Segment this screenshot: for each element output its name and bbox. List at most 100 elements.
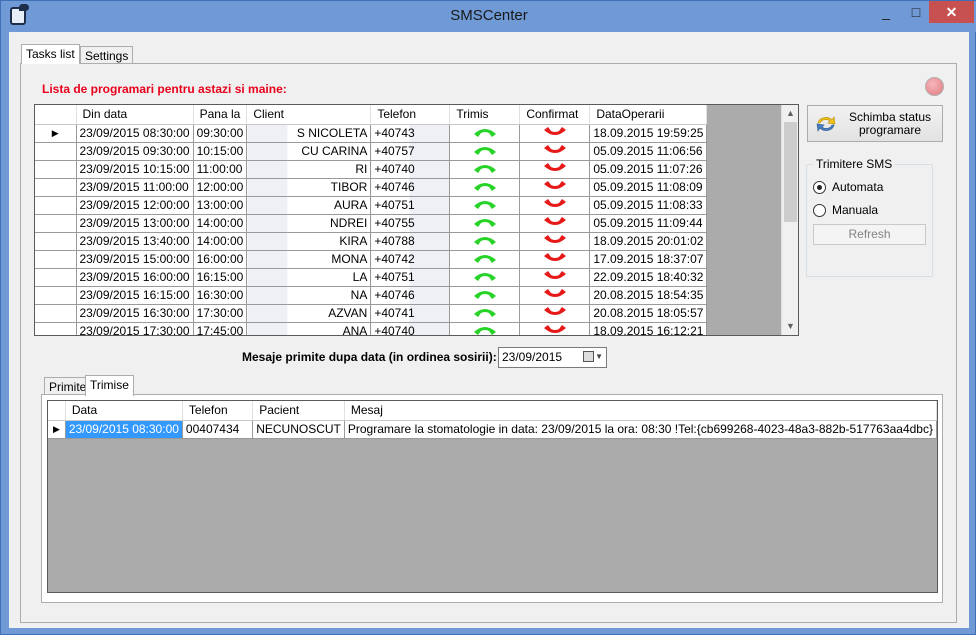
cell-data-operarii[interactable]: 05.09.2015 11:09:44 [589,214,708,233]
row-header[interactable] [35,196,77,215]
calendar-icon[interactable] [583,351,594,362]
cell-trimis[interactable] [449,268,521,287]
cell-pana-la[interactable]: 16:30:00 [193,286,248,305]
messages-grid[interactable]: Data Telefon Pacient Mesaj ▶ 23/09/2015 0… [47,400,938,593]
appointment-row[interactable]: 23/09/2015 17:30:00 17:45:00 ANA +40740 18.0… [35,322,708,335]
cell-data-operarii[interactable]: 20.08.2015 18:54:35 [589,286,708,305]
radio-automata-dot[interactable] [813,180,826,194]
change-status-button[interactable]: Schimba status programare [807,105,943,142]
refresh-button[interactable]: Refresh [813,224,926,245]
cell-client[interactable]: CU CARINA [246,142,372,161]
title-bar[interactable]: SMSCenter _ □ ✕ [1,1,976,32]
row-header[interactable] [35,160,77,179]
cell-trimis[interactable] [449,196,521,215]
cell-pana-la[interactable]: 14:00:00 [193,232,248,251]
cell-pana-la[interactable]: 10:15:00 [193,142,248,161]
cell-msg-mesaj[interactable]: Programare la stomatologie in data: 23/0… [344,420,937,439]
col-pana-la[interactable]: Pana la [193,105,248,125]
cell-confirmat[interactable] [519,178,591,197]
cell-pana-la[interactable]: 13:00:00 [193,196,248,215]
row-header[interactable] [35,250,77,269]
col-msg-telefon[interactable]: Telefon [182,401,254,421]
cell-client[interactable]: TIBOR [246,178,372,197]
cell-din-data[interactable]: 23/09/2015 11:00:00 [76,178,194,197]
cell-telefon[interactable]: +40740 [370,160,451,179]
tab-settings[interactable]: Settings [80,46,134,64]
row-header[interactable]: ▶ [35,124,77,143]
cell-telefon[interactable]: +40751 [370,196,451,215]
appointment-row[interactable]: 23/09/2015 09:30:00 10:15:00 CU CARINA +407… [35,142,708,161]
cell-confirmat[interactable] [519,250,591,269]
col-din-data[interactable]: Din data [76,105,194,125]
cell-din-data[interactable]: 23/09/2015 09:30:00 [76,142,194,161]
cell-confirmat[interactable] [519,124,591,143]
appointment-row[interactable]: ▶ 23/09/2015 08:30:00 09:30:00 S NICOLETA +4… [35,124,708,143]
cell-pana-la[interactable]: 17:45:00 [193,322,248,335]
col-telefon[interactable]: Telefon [370,105,451,125]
close-button[interactable]: ✕ [929,1,974,23]
row-header[interactable] [35,214,77,233]
appointment-row[interactable]: 23/09/2015 16:15:00 16:30:00 NA +40746 20.08… [35,286,708,305]
col-trimis[interactable]: Trimis [449,105,521,125]
cell-trimis[interactable] [449,124,521,143]
radio-manuala[interactable]: Manuala [813,203,878,217]
tab-tasks-list[interactable]: Tasks list [21,44,80,64]
cell-confirmat[interactable] [519,286,591,305]
scroll-up-arrow[interactable]: ▲ [782,105,798,122]
row-header[interactable] [35,322,77,335]
cell-confirmat[interactable] [519,304,591,323]
cell-confirmat[interactable] [519,196,591,215]
cell-telefon[interactable]: +40741 [370,304,451,323]
col-msg-mesaj[interactable]: Mesaj [344,401,937,421]
appointment-row[interactable]: 23/09/2015 13:40:00 14:00:00 KIRA +40788 18.… [35,232,708,251]
cell-trimis[interactable] [449,304,521,323]
cell-data-operarii[interactable]: 05.09.2015 11:08:09 [589,178,708,197]
cell-din-data[interactable]: 23/09/2015 12:00:00 [76,196,194,215]
row-header[interactable] [35,286,77,305]
cell-data-operarii[interactable]: 05.09.2015 11:07:26 [589,160,708,179]
appointment-row[interactable]: 23/09/2015 16:00:00 16:15:00 LA +40751 22.09… [35,268,708,287]
row-header[interactable] [35,142,77,161]
appointments-vscroll[interactable]: ▲ ▼ [781,105,798,335]
cell-pana-la[interactable]: 16:15:00 [193,268,248,287]
cell-confirmat[interactable] [519,322,591,335]
cell-din-data[interactable]: 23/09/2015 10:15:00 [76,160,194,179]
appointment-row[interactable]: 23/09/2015 16:30:00 17:30:00 AZVAN +40741 20… [35,304,708,323]
cell-trimis[interactable] [449,286,521,305]
cell-msg-telefon[interactable]: 00407434 [182,420,254,439]
cell-client[interactable]: NDREI [246,214,372,233]
minimize-button[interactable]: _ [869,1,903,23]
messages-date-picker[interactable]: 23/09/2015 ▼ [498,347,607,368]
cell-data-operarii[interactable]: 18.09.2015 16:12:21 [589,322,708,335]
radio-manuala-dot[interactable] [813,203,826,217]
cell-pana-la[interactable]: 12:00:00 [193,178,248,197]
cell-msg-data[interactable]: 23/09/2015 08:30:00 [65,420,183,439]
appointment-row[interactable]: 23/09/2015 11:00:00 12:00:00 TIBOR +40746 05… [35,178,708,197]
cell-data-operarii[interactable]: 05.09.2015 11:06:56 [589,142,708,161]
row-header[interactable] [35,304,77,323]
appointment-row[interactable]: 23/09/2015 13:00:00 14:00:00 NDREI +40755 05… [35,214,708,233]
row-header[interactable] [35,178,77,197]
appointment-row[interactable]: 23/09/2015 15:00:00 16:00:00 MONA +40742 17.… [35,250,708,269]
cell-pana-la[interactable]: 16:00:00 [193,250,248,269]
cell-confirmat[interactable] [519,268,591,287]
row-header[interactable] [35,268,77,287]
maximize-button[interactable]: □ [903,1,929,23]
cell-telefon[interactable]: +40740 [370,322,451,335]
cell-trimis[interactable] [449,232,521,251]
cell-telefon[interactable]: +40755 [370,214,451,233]
radio-automata[interactable]: Automata [813,180,883,194]
cell-data-operarii[interactable]: 05.09.2015 11:08:33 [589,196,708,215]
cell-data-operarii[interactable]: 18.09.2015 20:01:02 [589,232,708,251]
cell-trimis[interactable] [449,214,521,233]
cell-client[interactable]: KIRA [246,232,372,251]
cell-client[interactable]: AZVAN [246,304,372,323]
cell-telefon[interactable]: +40751 [370,268,451,287]
cell-client[interactable]: MONA [246,250,372,269]
cell-client[interactable]: NA [246,286,372,305]
scroll-thumb[interactable] [784,122,797,222]
cell-data-operarii[interactable]: 22.09.2015 18:40:32 [589,268,708,287]
cell-confirmat[interactable] [519,232,591,251]
cell-client[interactable]: RI [246,160,372,179]
cell-pana-la[interactable]: 14:00:00 [193,214,248,233]
